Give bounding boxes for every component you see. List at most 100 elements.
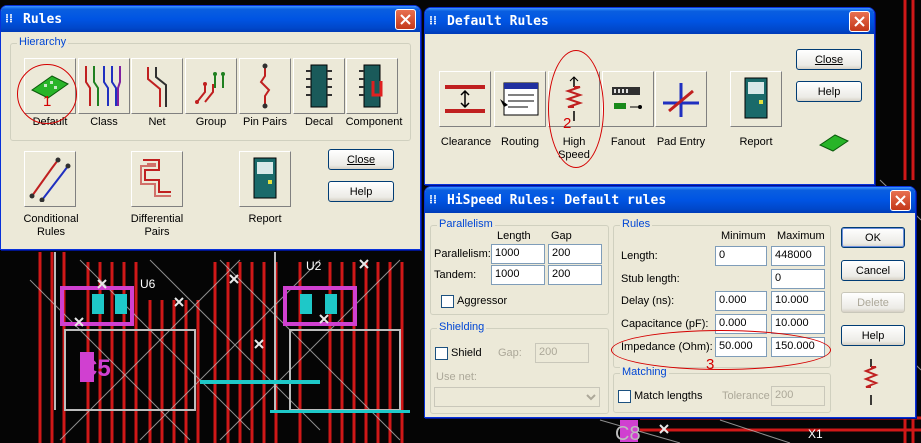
window-icon: ⁞⁞ <box>5 11 13 25</box>
parallelism-label: Parallelism: <box>434 248 491 260</box>
minimum-column-header: Minimum <box>721 230 766 242</box>
default-rules-title: Default Rules <box>447 13 549 29</box>
tandem-length-field[interactable]: 1000 <box>491 265 545 285</box>
default-report-button[interactable] <box>730 71 782 127</box>
group-button[interactable] <box>185 58 237 114</box>
hispeed-rules-window: ⁞⁞ HiSpeed Rules: Default rules Parallel… <box>424 186 916 418</box>
parallelism-length-field[interactable]: 1000 <box>491 244 545 264</box>
cancel-button[interactable]: Cancel <box>841 260 905 281</box>
pin-pairs-icon <box>259 63 271 109</box>
delete-button[interactable]: Delete <box>841 292 905 313</box>
shield-label: Shield <box>451 347 482 359</box>
component-label: Component <box>345 116 403 128</box>
rules-report-label: Report <box>248 213 282 225</box>
length-min-field[interactable]: 0 <box>715 246 767 266</box>
stub-length-label: Stub length: <box>621 273 680 285</box>
gap-column-header: Gap <box>551 230 572 242</box>
annotation-number-1: 1 <box>43 93 52 110</box>
use-net-dropdown[interactable] <box>434 387 600 407</box>
parallelism-gap-field[interactable]: 200 <box>548 244 602 264</box>
match-lengths-label: Match lengths <box>634 390 703 402</box>
window-icon: ⁞⁞ <box>429 192 437 206</box>
match-lengths-checkbox[interactable] <box>618 390 631 403</box>
parallelism-group-title: Parallelism <box>437 218 495 230</box>
close-icon <box>895 195 906 206</box>
clearance-label: Clearance <box>440 136 492 148</box>
component-icon <box>359 64 383 108</box>
tandem-gap-field[interactable]: 200 <box>548 265 602 285</box>
fanout-label: Fanout <box>610 136 646 148</box>
conditional-rules-icon <box>29 157 71 202</box>
component-button[interactable] <box>346 58 398 114</box>
decal-label: Decal <box>304 116 334 128</box>
group-icon <box>195 72 225 104</box>
routing-label: Routing <box>501 136 539 148</box>
clearance-button[interactable] <box>439 71 491 127</box>
capacitance-max-field[interactable]: 10.000 <box>771 314 825 334</box>
hispeed-title: HiSpeed Rules: Default rules <box>447 192 667 208</box>
length-max-field[interactable]: 448000 <box>771 246 825 266</box>
conditional-rules-label: Conditional Rules <box>23 213 79 238</box>
hispeed-close-x-button[interactable] <box>890 190 911 211</box>
tolerance-field[interactable]: 200 <box>771 386 825 406</box>
decal-icon <box>306 64 332 108</box>
shielding-group-title: Shielding <box>437 321 487 333</box>
rules-window: ⁞⁞ Rules Hierarchy Default Class Net Gro… <box>0 5 421 250</box>
rules-group-title: Rules <box>620 218 653 230</box>
rules-title: Rules <box>23 11 63 27</box>
stub-length-max-field[interactable]: 0 <box>771 269 825 289</box>
net-button[interactable] <box>131 58 183 114</box>
close-icon <box>400 14 411 25</box>
rules-report-button[interactable] <box>239 151 291 207</box>
capacitance-label: Capacitance (pF): <box>621 318 709 330</box>
differential-pairs-label: Differential Pairs <box>130 213 184 238</box>
delay-max-field[interactable]: 10.000 <box>771 291 825 311</box>
differential-pairs-button[interactable] <box>131 151 183 207</box>
delay-label: Delay (ns): <box>621 295 675 307</box>
aggressor-checkbox[interactable] <box>441 295 454 308</box>
use-net-label: Use net: <box>436 371 477 383</box>
shield-checkbox[interactable] <box>435 347 448 360</box>
pcb-label-c5: C5 <box>80 355 111 382</box>
default-rules-help-button[interactable]: Help <box>796 81 862 102</box>
routing-button[interactable] <box>494 71 546 127</box>
rules-close-x-button[interactable] <box>395 9 416 30</box>
pin-pairs-label: Pin Pairs <box>242 116 288 128</box>
report-icon <box>253 157 277 199</box>
rules-titlebar[interactable]: ⁞⁞ Rules <box>1 6 420 32</box>
pad-entry-button[interactable] <box>655 71 707 127</box>
report-icon <box>744 77 768 119</box>
default-rules-window: ⁞⁞ Default Rules Clearance Routing High … <box>424 7 875 185</box>
pcb-label-u2: U2 <box>306 259 322 273</box>
default-report-label: Report <box>739 136 773 148</box>
differential-pairs-icon <box>140 159 171 197</box>
tandem-label: Tandem: <box>434 269 477 281</box>
gap-label: Gap: <box>498 347 522 359</box>
decal-button[interactable] <box>293 58 345 114</box>
shield-gap-field[interactable]: 200 <box>535 343 589 363</box>
default-rules-close-x-button[interactable] <box>849 11 870 32</box>
pin-pairs-button[interactable] <box>239 58 291 114</box>
delay-min-field[interactable]: 0.000 <box>715 291 767 311</box>
annotation-ellipse-2 <box>548 50 604 168</box>
class-label: Class <box>90 116 118 128</box>
default-rules-titlebar[interactable]: ⁞⁞ Default Rules <box>425 8 874 34</box>
class-button[interactable] <box>78 58 130 114</box>
hispeed-help-button[interactable]: Help <box>841 325 905 346</box>
aggressor-label: Aggressor <box>457 295 508 307</box>
rules-help-button[interactable]: Help <box>328 181 394 202</box>
length-column-header: Length <box>497 230 531 242</box>
rules-close-button[interactable]: Close <box>328 149 394 170</box>
fanout-icon <box>612 87 642 109</box>
ok-button[interactable]: OK <box>841 227 905 248</box>
fanout-button[interactable] <box>602 71 654 127</box>
class-icon <box>85 66 121 106</box>
length-label: Length: <box>621 250 658 262</box>
default-rules-close-button[interactable]: Close <box>796 49 862 70</box>
annotation-number-2: 2 <box>563 115 572 132</box>
annotation-number-3: 3 <box>706 356 715 373</box>
hispeed-titlebar[interactable]: ⁞⁞ HiSpeed Rules: Default rules <box>425 187 915 213</box>
conditional-rules-button[interactable] <box>24 151 76 207</box>
annotation-ellipse-3 <box>611 330 831 370</box>
pcb-label-x1: X1 <box>808 427 823 441</box>
